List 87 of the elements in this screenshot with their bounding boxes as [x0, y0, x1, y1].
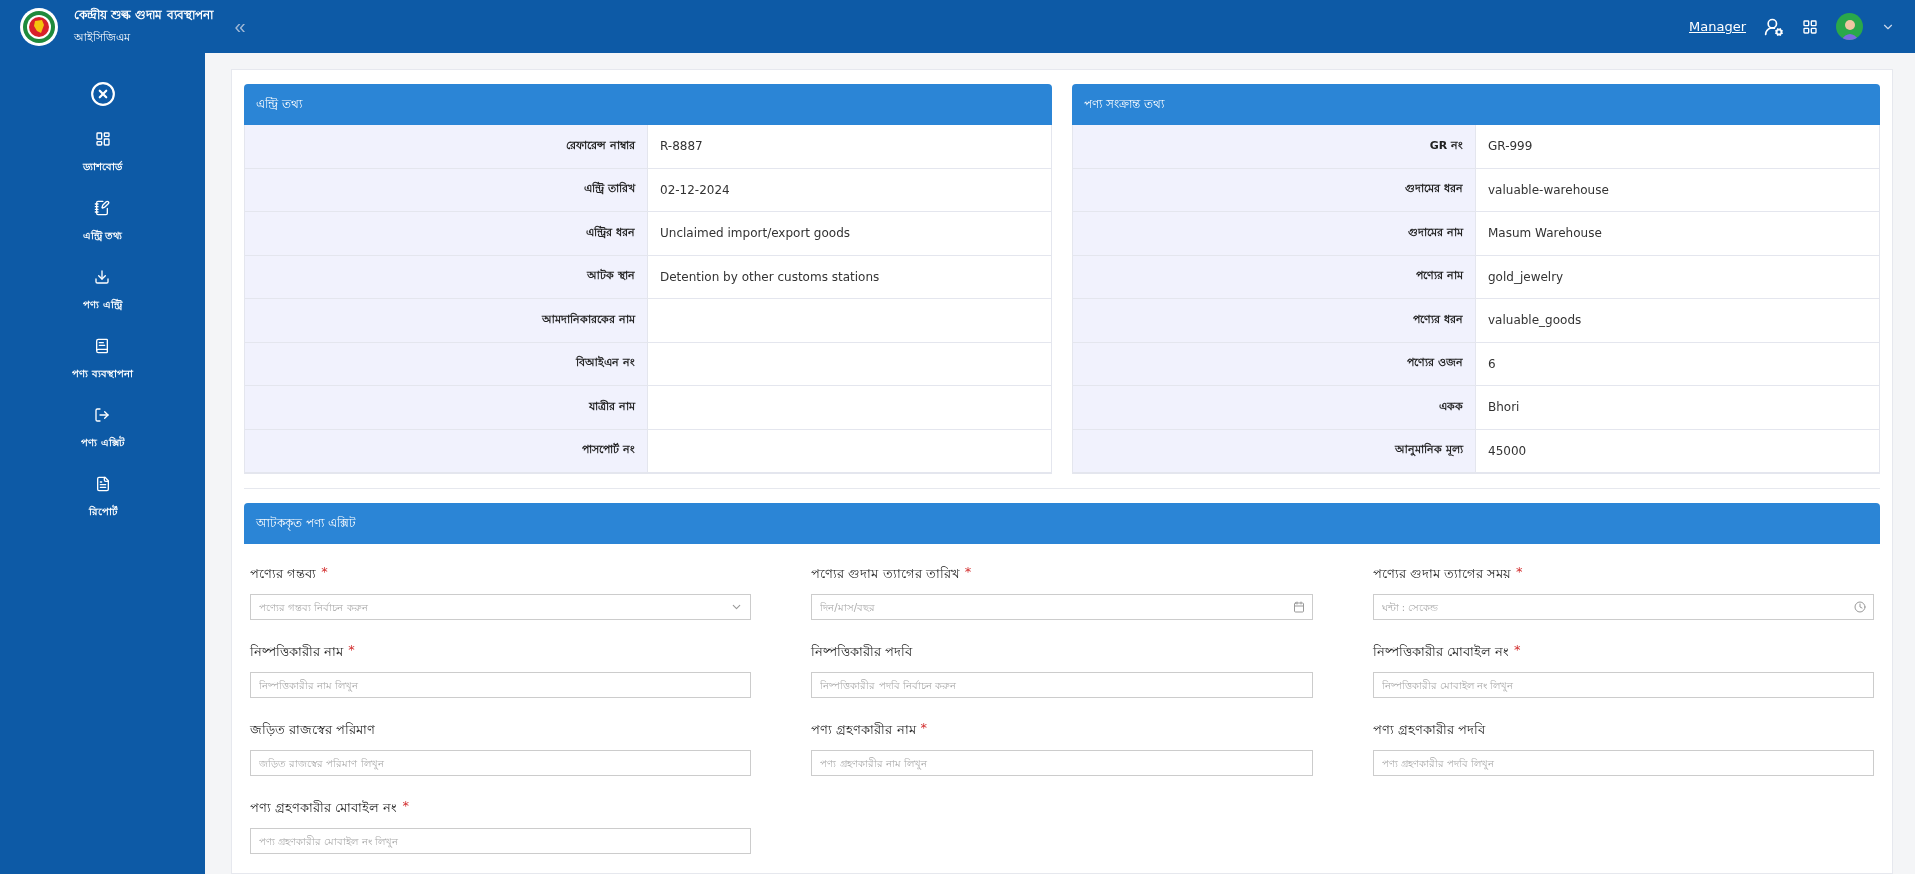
required-mark: *: [1513, 642, 1521, 659]
dashboard-icon: [94, 131, 111, 147]
sidebar-item[interactable]: এন্ট্রি তথ্য: [82, 200, 123, 245]
sidebar-label: পণ্য এন্ট্রি: [83, 297, 122, 312]
table-cell: পাসপোর্ট নং: [245, 429, 648, 473]
field-label: পণ্য গ্রহণকারীর মোবাইল নং: [250, 799, 398, 817]
table-cell: এন্ট্রি তারিখ: [245, 168, 648, 212]
calendar-icon: [1292, 601, 1305, 613]
table-cell: একক: [1073, 386, 1476, 430]
field-label: পণ্যের গুদাম ত্যাগের সময়: [1372, 565, 1512, 583]
clock-icon: [1854, 601, 1866, 613]
table-cell: Bhori: [1476, 386, 1879, 430]
field-label: পণ্যের গুদাম ত্যাগের তারিখ: [811, 565, 960, 583]
app-subtitle: আইসিজিএম: [74, 29, 131, 46]
required-mark: *: [964, 564, 972, 581]
input-field[interactable]: ঘন্টা : সেকেন্ড: [1372, 594, 1874, 620]
sidebar-item[interactable]: পণ্য ব্যবস্থাপনা: [72, 338, 133, 383]
select-field[interactable]: পণ্যের গন্তব্য নির্বাচন করুন: [250, 594, 752, 620]
input-field[interactable]: নিষ্পত্তিকারীর নাম লিখুন: [250, 672, 752, 698]
notepad-icon: [94, 200, 111, 216]
table-cell: Unclaimed import/export goods: [648, 212, 1051, 256]
input-field[interactable]: পণ্য গ্রহণকারীর নাম লিখুন: [811, 750, 1313, 776]
field-label: নিষ্পত্তিকারীর পদবি: [811, 643, 913, 661]
exit-icon: [94, 407, 111, 423]
table-cell: আনুমানিক মূল্য: [1073, 429, 1476, 473]
input-field[interactable]: নিষ্পত্তিকারীর পদবি নির্বাচন করুন: [811, 672, 1313, 698]
field-label: পণ্য গ্রহণকারীর নাম: [811, 721, 916, 739]
user-avatar[interactable]: [1836, 13, 1863, 40]
sidebar-label: এন্ট্রি তথ্য: [82, 228, 123, 243]
table-cell: GR-999: [1476, 125, 1879, 169]
field-label: পণ্যের গন্তব্য: [250, 565, 317, 583]
field-label: নিষ্পত্তিকারীর নাম: [250, 643, 344, 661]
required-mark: *: [321, 564, 328, 581]
table-cell: valuable_goods: [1476, 299, 1879, 343]
apps-grid-icon[interactable]: [1802, 18, 1818, 35]
emblem-logo: [20, 7, 58, 46]
field-label: পণ্য গ্রহণকারীর পদবি: [1372, 721, 1485, 739]
role-link[interactable]: Manager: [1689, 19, 1746, 34]
sidebar-label: রিপোর্ট: [88, 504, 117, 519]
input-field[interactable]: পণ্য গ্রহণকারীর মোবাইল নং লিখুন: [250, 828, 752, 854]
sidebar-label: পণ্য এক্সিট: [81, 435, 124, 450]
table-cell: R-8887: [648, 125, 1051, 169]
sidebar-item[interactable]: পণ্য এন্ট্রি: [83, 269, 122, 314]
table-cell: যাত্রীর নাম: [245, 386, 648, 430]
required-mark: *: [920, 720, 928, 737]
collapse-sidebar-button[interactable]: «: [234, 15, 246, 38]
switch-user-icon[interactable]: [1764, 16, 1784, 37]
sidebar-item[interactable]: রিপোর্ট: [88, 476, 117, 521]
required-mark: *: [402, 798, 409, 815]
sidebar-item[interactable]: ড্যাশবোর্ড: [83, 131, 122, 176]
table-cell: 02-12-2024: [648, 168, 1051, 212]
table-cell: রেফারেন্স নাম্বার: [245, 125, 648, 169]
app-title: কেন্দ্রীয় শুল্ক গুদাম ব্যবস্থাপনা: [74, 6, 213, 24]
table-cell: পণ্যের ধরন: [1073, 299, 1476, 343]
table-cell: আমদানিকারকের নাম: [245, 299, 648, 343]
table-cell: 6: [1476, 342, 1879, 386]
download-icon: [94, 269, 111, 285]
table-cell: এন্ট্রির ধরন: [245, 212, 648, 256]
table-cell: পণ্যের ওজন: [1073, 342, 1476, 386]
section-header: এন্ট্রি তথ্য: [244, 84, 1052, 125]
sidebar-label: পণ্য ব্যবস্থাপনা: [72, 367, 133, 381]
input-field[interactable]: নিষ্পত্তিকারীর মোবাইল নং লিখুন: [1372, 672, 1874, 698]
table-cell: বিআইএন নং: [245, 342, 648, 386]
input-field[interactable]: জড়িত রাজস্বের পরিমাণ লিখুন: [250, 750, 752, 776]
table-cell: GR নং: [1073, 125, 1476, 169]
table-cell: Masum Warehouse: [1476, 212, 1879, 256]
input-field[interactable]: দিন/মাস/বছর: [811, 594, 1313, 620]
table-cell: gold_jewelry: [1476, 255, 1879, 299]
table-cell: গুদামের নাম: [1073, 212, 1476, 256]
input-field[interactable]: পণ্য গ্রহণকারীর পদবি লিখুন: [1372, 750, 1874, 776]
table-cell: পণ্যের নাম: [1073, 255, 1476, 299]
close-icon[interactable]: [89, 81, 116, 107]
section-header: পণ্য সংক্রান্ত তথ্য: [1072, 84, 1880, 125]
field-label: নিষ্পত্তিকারীর মোবাইল নং: [1372, 643, 1509, 661]
table-cell: valuable-warehouse: [1476, 168, 1879, 212]
required-mark: *: [1516, 564, 1523, 581]
sidebar-item[interactable]: পণ্য এক্সিট: [81, 407, 124, 452]
required-mark: *: [348, 642, 355, 659]
table-cell: Detention by other customs stations: [648, 255, 1051, 299]
table-cell: 45000: [1476, 429, 1879, 473]
book-icon: [94, 338, 111, 354]
sidebar-label: ড্যাশবোর্ড: [83, 160, 122, 174]
section-header: আটককৃত পণ্য এক্সিট: [244, 503, 1880, 544]
document-icon: [94, 476, 111, 492]
field-label: জড়িত রাজস্বের পরিমাণ: [250, 721, 376, 739]
table-cell: আটক স্থান: [245, 255, 648, 299]
table-cell: গুদামের ধরন: [1073, 168, 1476, 212]
